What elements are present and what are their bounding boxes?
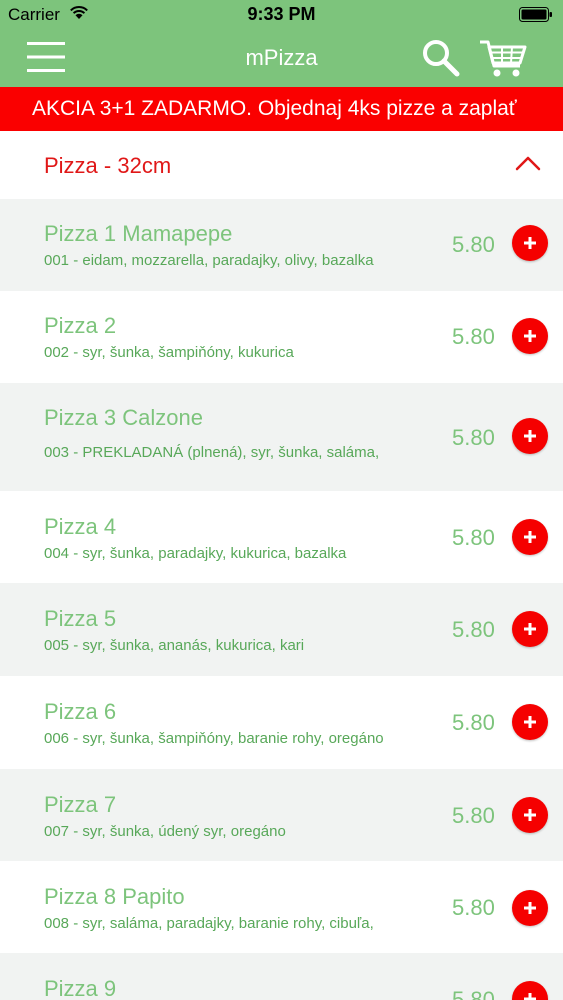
item-price: 5.80	[452, 525, 495, 550]
promo-banner: AKCIA 3+1 ZADARMO. Objednaj 4ks pizze a …	[0, 87, 563, 131]
plus-icon	[524, 531, 536, 543]
nav-bar: mPizza	[0, 29, 563, 87]
plus-icon	[524, 716, 536, 728]
add-to-cart-button[interactable]	[512, 225, 548, 261]
clock: 9:33 PM	[247, 4, 316, 24]
item-description: 003 - PREKLADANÁ (plnená), syr, šunka, s…	[44, 444, 380, 461]
item-description: 001 - eidam, mozzarella, paradajky, oliv…	[44, 252, 374, 269]
item-name: Pizza 2	[44, 313, 117, 338]
item-price: 5.80	[452, 425, 495, 450]
add-to-cart-button[interactable]	[512, 797, 548, 833]
add-to-cart-button[interactable]	[512, 611, 548, 647]
add-to-cart-button[interactable]	[512, 418, 548, 454]
item-name: Pizza 4	[44, 514, 117, 539]
item-description: 008 - syr, saláma, paradajky, baranie ro…	[44, 915, 374, 932]
item-description: 006 - syr, šunka, šampiňóny, baranie roh…	[44, 730, 384, 747]
item-name: Pizza 9	[44, 976, 117, 1000]
item-price: 5.80	[452, 710, 495, 735]
plus-icon	[524, 993, 536, 1000]
item-price: 5.80	[452, 324, 495, 349]
plus-icon	[524, 237, 536, 249]
add-to-cart-button[interactable]	[512, 890, 548, 926]
item-description: 007 - syr, šunka, údený syr, oregáno	[44, 823, 286, 840]
item-description: 002 - syr, šunka, šampiňóny, kukurica	[44, 344, 294, 361]
cart-icon[interactable]	[478, 37, 528, 79]
plus-icon	[524, 809, 536, 821]
list-item[interactable]: Pizza 3 Calzone 003 - PREKLADANÁ (plnená…	[0, 383, 563, 491]
plus-icon	[524, 902, 536, 914]
item-price: 5.80	[452, 987, 495, 1000]
list-item[interactable]: Pizza 6 006 - syr, šunka, šampiňóny, bar…	[0, 676, 563, 769]
list-item[interactable]: Pizza 2 002 - syr, šunka, šampiňóny, kuk…	[0, 291, 563, 383]
add-to-cart-button[interactable]	[512, 704, 548, 740]
add-to-cart-button[interactable]	[512, 519, 548, 555]
item-name: Pizza 8 Papito	[44, 884, 185, 909]
chevron-up-icon[interactable]	[514, 153, 542, 173]
list-item[interactable]: Pizza 1 Mamapepe 001 - eidam, mozzarella…	[0, 199, 563, 291]
search-icon[interactable]	[420, 37, 462, 79]
item-price: 5.80	[452, 232, 495, 257]
item-name: Pizza 3 Calzone	[44, 405, 203, 430]
item-name: Pizza 7	[44, 792, 117, 817]
list-item[interactable]: Pizza 7 007 - syr, šunka, údený syr, ore…	[0, 769, 563, 861]
item-description: 004 - syr, šunka, paradajky, kukurica, b…	[44, 545, 347, 562]
list-item[interactable]: Pizza 8 Papito 008 - syr, saláma, parada…	[0, 861, 563, 953]
item-price: 5.80	[452, 803, 495, 828]
item-name: Pizza 6	[44, 699, 117, 724]
promo-text: AKCIA 3+1 ZADARMO. Objednaj 4ks pizze a …	[32, 97, 517, 120]
list-item[interactable]: Pizza 5 005 - syr, šunka, ananás, kukuri…	[0, 583, 563, 676]
plus-icon	[524, 430, 536, 442]
plus-icon	[524, 623, 536, 635]
category-title: Pizza - 32cm	[44, 153, 172, 178]
item-name: Pizza 1 Mamapepe	[44, 221, 233, 246]
add-to-cart-button[interactable]	[512, 981, 548, 1000]
battery-icon	[519, 7, 552, 22]
plus-icon	[524, 330, 536, 342]
item-price: 5.80	[452, 895, 495, 920]
list-item[interactable]: Pizza 9 5.80	[0, 953, 563, 1000]
item-name: Pizza 5	[44, 606, 117, 631]
item-price: 5.80	[452, 617, 495, 642]
status-bar: Carrier 9:33 PM	[0, 0, 563, 29]
list-item[interactable]: Pizza 4 004 - syr, šunka, paradajky, kuk…	[0, 491, 563, 583]
category-header[interactable]: Pizza - 32cm	[0, 131, 563, 199]
add-to-cart-button[interactable]	[512, 318, 548, 354]
item-description: 005 - syr, šunka, ananás, kukurica, kari	[44, 637, 305, 654]
